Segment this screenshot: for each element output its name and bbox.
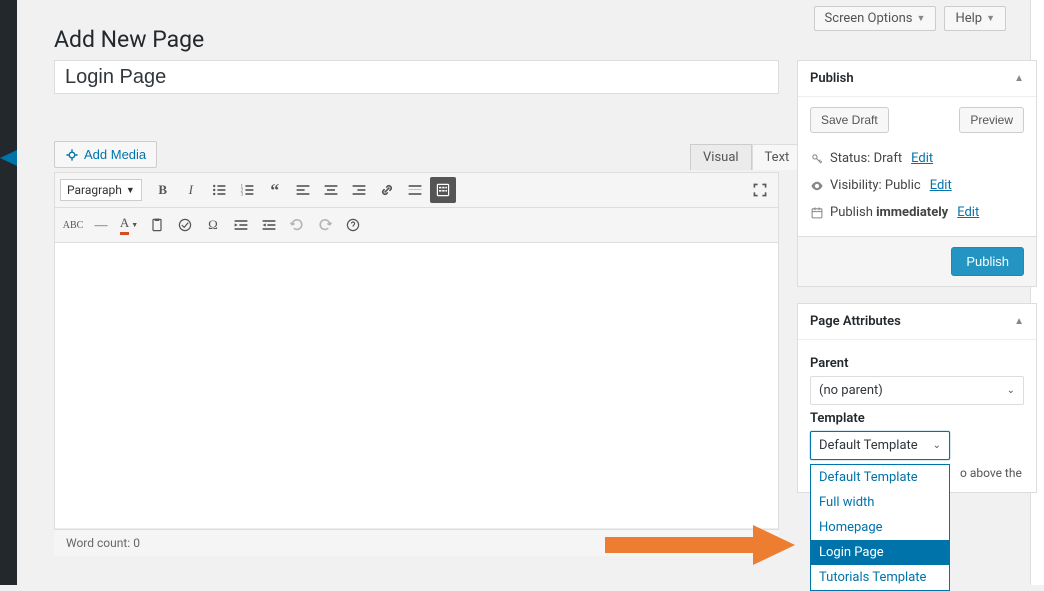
align-left-button[interactable]: [290, 177, 316, 203]
chevron-down-icon: ⌄: [933, 440, 941, 451]
fullscreen-button[interactable]: [747, 177, 773, 203]
align-right-button[interactable]: [346, 177, 372, 203]
publish-heading: Publish: [810, 71, 854, 86]
template-option-fullwidth[interactable]: Full width: [811, 490, 949, 515]
template-option-tutorials[interactable]: Tutorials Template: [811, 565, 949, 590]
eye-icon: [810, 179, 824, 193]
number-list-button[interactable]: 123: [234, 177, 260, 203]
textcolor-button[interactable]: A▼: [116, 212, 142, 238]
editor-content[interactable]: [55, 243, 778, 528]
key-icon: [810, 152, 824, 166]
edit-visibility-link[interactable]: Edit: [930, 178, 952, 193]
template-dropdown: Default Template Full width Homepage Log…: [810, 464, 950, 591]
more-button[interactable]: [402, 177, 428, 203]
media-icon: [65, 148, 79, 162]
page-attributes-metabox: Page Attributes ▲ Parent (no parent)⌄ Te…: [797, 303, 1037, 493]
strike-button[interactable]: ABC: [60, 212, 86, 238]
link-button[interactable]: [374, 177, 400, 203]
template-option-default[interactable]: Default Template: [811, 465, 949, 490]
page-title: Add New Page: [54, 26, 204, 53]
chevron-down-icon: ▼: [917, 13, 926, 24]
bold-button[interactable]: B: [150, 177, 176, 203]
template-label: Template: [810, 411, 1024, 426]
quote-button[interactable]: “: [262, 177, 288, 203]
collapse-menu-icon[interactable]: [0, 148, 17, 168]
title-input[interactable]: [54, 60, 779, 94]
chevron-down-icon: ⌄: [1007, 385, 1015, 396]
publish-button[interactable]: Publish: [951, 247, 1024, 276]
format-select[interactable]: Paragraph▼: [60, 179, 142, 201]
attributes-heading: Page Attributes: [810, 314, 901, 329]
help-button[interactable]: Help▼: [944, 6, 1006, 31]
parent-select[interactable]: (no parent)⌄: [810, 376, 1024, 405]
chevron-down-icon: ▼: [986, 13, 995, 24]
save-draft-button[interactable]: Save Draft: [810, 107, 889, 133]
collapse-toggle[interactable]: ▲: [1014, 316, 1024, 327]
tab-visual[interactable]: Visual: [690, 144, 752, 170]
clear-format-button[interactable]: [172, 212, 198, 238]
redo-button[interactable]: [312, 212, 338, 238]
paste-button[interactable]: [144, 212, 170, 238]
collapse-toggle[interactable]: ▲: [1014, 73, 1024, 84]
special-char-button[interactable]: Ω: [200, 212, 226, 238]
svg-text:3: 3: [240, 193, 243, 198]
italic-button[interactable]: I: [178, 177, 204, 203]
toolbar-toggle-button[interactable]: [430, 177, 456, 203]
help-icon-button[interactable]: [340, 212, 366, 238]
template-option-login[interactable]: Login Page: [811, 540, 949, 565]
parent-label: Parent: [810, 356, 1024, 371]
align-center-button[interactable]: [318, 177, 344, 203]
hr-button[interactable]: —: [88, 212, 114, 238]
add-media-button[interactable]: Add Media: [54, 141, 157, 168]
edit-schedule-link[interactable]: Edit: [957, 205, 979, 220]
template-option-homepage[interactable]: Homepage: [811, 515, 949, 540]
word-count: Word count: 0: [66, 536, 140, 550]
calendar-icon: [810, 206, 824, 220]
indent-button[interactable]: [256, 212, 282, 238]
save-status: Saving D: [720, 536, 767, 550]
chevron-down-icon: ▼: [131, 221, 138, 229]
preview-button[interactable]: Preview: [959, 107, 1024, 133]
tab-text[interactable]: Text: [752, 144, 803, 170]
undo-button[interactable]: [284, 212, 310, 238]
edit-status-link[interactable]: Edit: [911, 151, 933, 166]
template-select[interactable]: Default Template⌄: [810, 431, 950, 460]
chevron-down-icon: ▼: [126, 185, 135, 196]
screen-options-button[interactable]: Screen Options▼: [814, 6, 937, 31]
editor-box: Paragraph▼ B I 123 “ ABC — A▼ Ω: [54, 172, 779, 552]
publish-metabox: Publish ▲ Save Draft Preview Status: Dra…: [797, 60, 1037, 287]
outdent-button[interactable]: [228, 212, 254, 238]
bullet-list-button[interactable]: [206, 177, 232, 203]
